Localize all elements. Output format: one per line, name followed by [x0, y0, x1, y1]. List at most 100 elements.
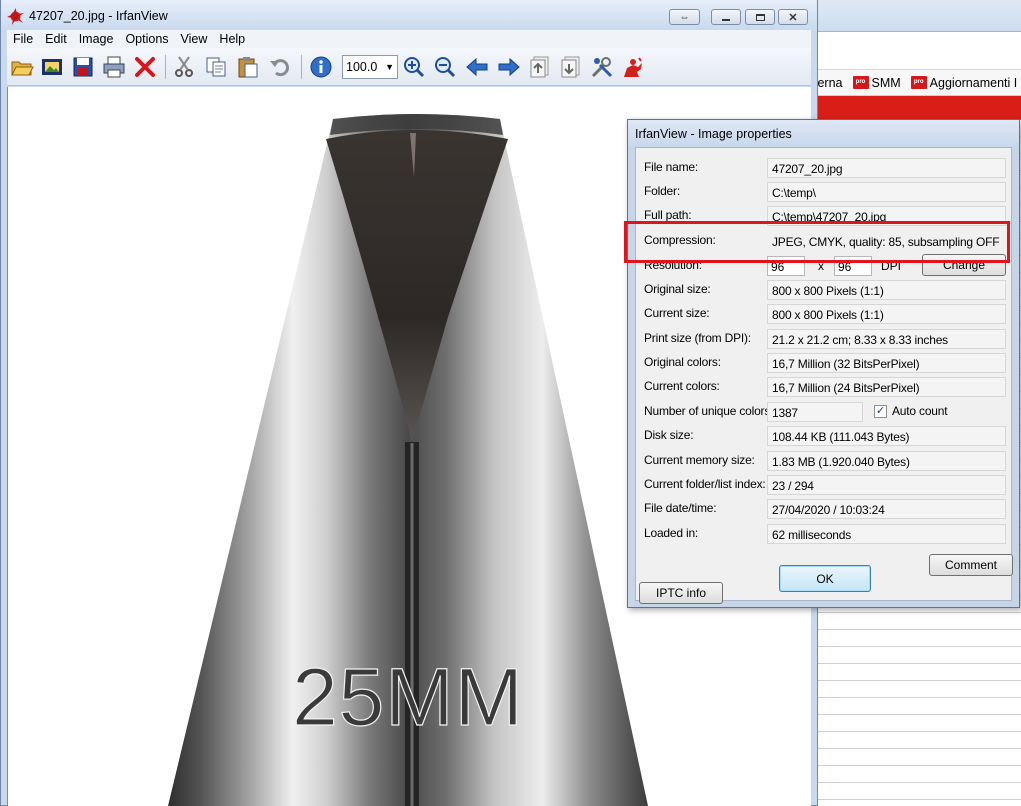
undo-icon[interactable]	[267, 54, 293, 80]
prop-row-original-size: Original size: 800 x 800 Pixels (1:1)	[644, 280, 1006, 300]
prop-label: Current size:	[644, 306, 710, 320]
next-icon[interactable]	[496, 54, 522, 80]
chevron-down-icon: ▼	[385, 62, 394, 72]
prop-label: Current colors:	[644, 379, 720, 393]
browser-title-strip	[808, 0, 1021, 32]
resolution-unit: DPI	[881, 259, 902, 273]
menu-file[interactable]: File	[7, 32, 39, 46]
prop-value: 108.44 KB (111.043 Bytes)	[767, 426, 1006, 446]
bookmark-site-icon: pro	[852, 76, 869, 89]
resolution-x-input[interactable]: 96	[767, 256, 805, 276]
prop-label: File date/time:	[644, 501, 717, 515]
prop-row-resolution: Resolution: 96 x 96 DPI Change	[644, 254, 1006, 276]
slideshow-icon[interactable]	[39, 54, 65, 80]
prop-row-current-size: Current size: 800 x 800 Pixels (1:1)	[644, 304, 1006, 324]
settings-icon[interactable]	[589, 54, 615, 80]
paste-icon[interactable]	[235, 54, 261, 80]
prop-value: 27/04/2020 / 10:03:24	[767, 499, 1006, 519]
prop-value: 1387	[767, 402, 863, 422]
prop-value: 16,7 Million (32 BitsPerPixel)	[767, 353, 1006, 373]
browser-address-area	[808, 32, 1021, 70]
bookmark-terna[interactable]: terna	[814, 76, 843, 90]
dialog-title: IrfanView - Image properties	[635, 127, 792, 141]
prop-value: 800 x 800 Pixels (1:1)	[767, 280, 1006, 300]
prop-value: 47207_20.jpg	[767, 158, 1006, 178]
page-up-icon[interactable]	[527, 54, 553, 80]
resolution-separator: x	[818, 259, 824, 273]
prop-value: 800 x 800 Pixels (1:1)	[767, 304, 1006, 324]
dialog-title-bar[interactable]: IrfanView - Image properties	[628, 120, 1019, 146]
menu-edit[interactable]: Edit	[39, 32, 73, 46]
maximize-button[interactable]	[745, 9, 775, 25]
page-down-icon[interactable]	[558, 54, 584, 80]
bookmark-label: SMM	[871, 75, 901, 90]
prop-label: Resolution:	[644, 258, 702, 272]
prop-value: JPEG, CMYK, quality: 85, subsampling OFF	[767, 231, 1006, 251]
bookmarks-bar: terna pro SMM pro Aggiornamenti I	[808, 70, 1021, 96]
minimize-button[interactable]	[711, 9, 741, 25]
prop-value: 1.83 MB (1.920.040 Bytes)	[767, 451, 1006, 471]
irfanview-logo-icon[interactable]	[620, 54, 646, 80]
close-button[interactable]: ✕	[778, 9, 808, 25]
prop-label: Folder:	[644, 184, 680, 198]
dialog-body: File name: 47207_20.jpg Folder: C:\temp\…	[635, 147, 1013, 604]
menu-view[interactable]: View	[175, 32, 214, 46]
delete-icon[interactable]	[132, 54, 158, 80]
copy-icon[interactable]	[203, 54, 229, 80]
prop-value: C:\temp\	[767, 182, 1006, 202]
resolution-y-input[interactable]: 96	[834, 256, 872, 276]
maximize-icon	[755, 13, 765, 21]
prop-row-list-index: Current folder/list index: 23 / 294	[644, 475, 1006, 495]
ok-button[interactable]: OK	[779, 565, 871, 592]
engraved-size-label: 25MM	[292, 652, 524, 743]
title-bar[interactable]: 47207_20.jpg - IrfanView ⇔ ✕	[1, 0, 817, 32]
zoom-select[interactable]: 100.0 ▼	[342, 55, 398, 79]
prop-row-current-colors: Current colors: 16,7 Million (24 BitsPer…	[644, 377, 1006, 397]
previous-icon[interactable]	[464, 54, 490, 80]
prop-value: 21.2 x 21.2 cm; 8.33 x 8.33 inches	[767, 329, 1006, 349]
close-icon: ✕	[788, 11, 798, 24]
prop-row-compression: Compression: JPEG, CMYK, quality: 85, su…	[644, 231, 1006, 251]
prop-row-original-colors: Original colors: 16,7 Million (32 BitsPe…	[644, 353, 1006, 373]
iptc-info-button[interactable]: IPTC info	[639, 582, 723, 604]
prop-label: Current folder/list index:	[644, 477, 766, 491]
prop-label: Disk size:	[644, 428, 694, 442]
auto-count-label: Auto count	[892, 404, 948, 418]
prop-label: Full path:	[644, 208, 692, 222]
zoom-in-icon[interactable]	[401, 54, 427, 80]
info-icon[interactable]	[308, 54, 334, 80]
prop-row-folder: Folder: C:\temp\	[644, 182, 1006, 202]
prop-label: Print size (from DPI):	[644, 331, 751, 345]
bookmark-label: terna	[814, 75, 843, 90]
comment-button[interactable]: Comment	[929, 554, 1013, 576]
prop-label: Original colors:	[644, 355, 721, 369]
prop-label: Current memory size:	[644, 453, 755, 467]
prop-value: 62 milliseconds	[767, 524, 1006, 544]
menu-image[interactable]: Image	[73, 32, 120, 46]
menu-help[interactable]: Help	[213, 32, 251, 46]
save-icon[interactable]	[70, 54, 96, 80]
cut-icon[interactable]	[171, 54, 197, 80]
image-properties-dialog: IrfanView - Image properties File name: …	[627, 119, 1020, 608]
prop-label: Original size:	[644, 282, 711, 296]
special-restore-button[interactable]: ⇔	[669, 9, 700, 25]
prop-row-loaded-in: Loaded in: 62 milliseconds	[644, 524, 1006, 544]
prop-value: 16,7 Million (24 BitsPerPixel)	[767, 377, 1006, 397]
prop-label: Compression:	[644, 233, 716, 247]
print-icon[interactable]	[101, 54, 127, 80]
bookmark-smm[interactable]: pro SMM	[852, 75, 901, 90]
irfanview-app-icon[interactable]	[7, 8, 24, 25]
prop-row-file-name: File name: 47207_20.jpg	[644, 158, 1006, 178]
zoom-out-icon[interactable]	[432, 54, 458, 80]
change-resolution-button[interactable]: Change	[922, 254, 1006, 276]
prop-value: C:\temp\47207_20.jpg	[767, 206, 1006, 226]
zoom-value: 100.0	[346, 60, 378, 74]
window-title: 47207_20.jpg - IrfanView	[29, 9, 168, 23]
bookmark-aggiornamenti[interactable]: pro Aggiornamenti I	[910, 75, 1018, 90]
bookmark-label: Aggiornamenti I	[929, 75, 1018, 90]
menu-options[interactable]: Options	[119, 32, 174, 46]
toolbar-separator	[165, 55, 166, 79]
prop-row-memory-size: Current memory size: 1.83 MB (1.920.040 …	[644, 451, 1006, 471]
auto-count-checkbox[interactable]: ✓	[874, 405, 887, 418]
open-folder-icon[interactable]	[9, 54, 35, 80]
